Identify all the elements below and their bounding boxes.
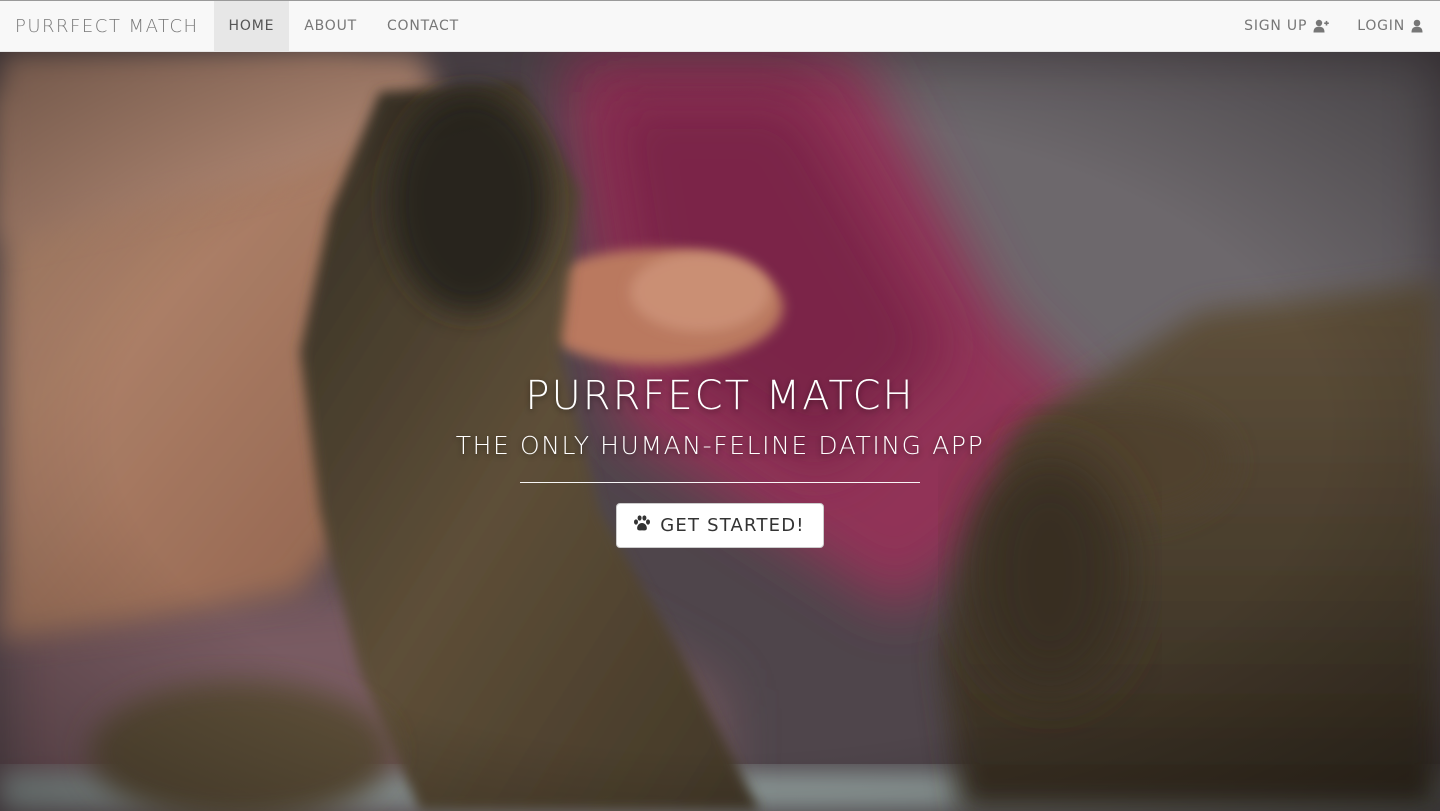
brand-link[interactable]: PURRFECT MATCH [0,1,214,51]
nav-item-home[interactable]: HOME [213,1,290,51]
get-started-button[interactable]: GET STARTED! [616,503,824,548]
hero-title: PURRFECT MATCH [525,373,915,419]
nav-links: HOME ABOUT CONTACT [213,1,474,51]
paw-icon [633,514,651,537]
get-started-label: GET STARTED! [660,515,805,536]
nav-item-sign-up[interactable]: SIGN UP [1229,1,1342,51]
hero-divider [520,482,920,483]
hero-section: PURRFECT MATCH THE ONLY HUMAN-FELINE DAT… [0,52,1440,811]
nav-right-links: SIGN UP LOGIN [1229,1,1440,51]
user-plus-icon [1313,19,1330,33]
nav-item-contact[interactable]: CONTACT [372,1,474,51]
hero-subtitle: THE ONLY HUMAN-FELINE DATING APP [455,431,985,460]
nav-item-about[interactable]: ABOUT [289,1,372,51]
sign-up-label: SIGN UP [1244,18,1308,34]
user-icon [1411,19,1425,33]
hero-content: PURRFECT MATCH THE ONLY HUMAN-FELINE DAT… [0,370,1440,548]
nav-item-login[interactable]: LOGIN [1342,1,1440,51]
top-navbar: PURRFECT MATCH HOME ABOUT CONTACT SIGN U… [0,0,1440,52]
login-label: LOGIN [1357,18,1405,34]
